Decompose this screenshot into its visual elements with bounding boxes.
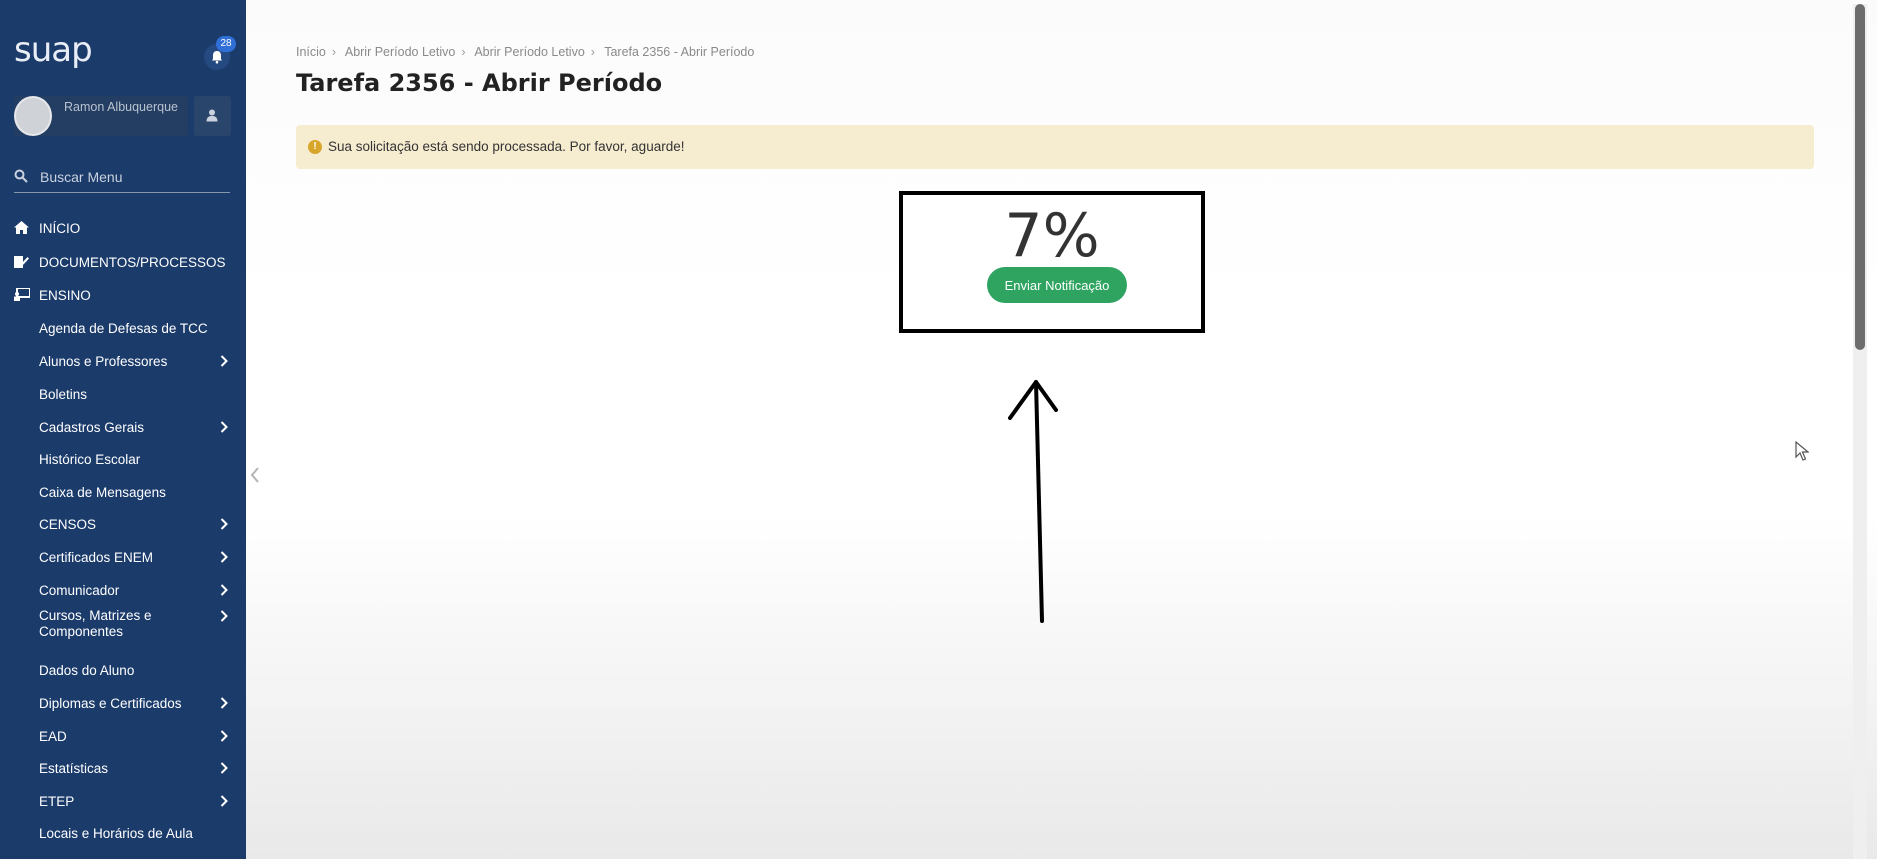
sidebar-item-estatisticas[interactable]: Estatísticas — [0, 754, 246, 782]
user-profile-button[interactable]: Ramon Albuquerque — [14, 96, 188, 136]
chevron-right-icon — [220, 551, 228, 563]
user-menu-button[interactable] — [194, 96, 231, 136]
chevron-right-icon — [220, 355, 228, 367]
chevron-right-icon — [220, 795, 228, 807]
notification-count-badge: 28 — [216, 36, 236, 52]
sidebar-item-label: Agenda de Defesas de TCC — [39, 321, 208, 336]
sidebar-item-label: Alunos e Professores — [39, 354, 168, 369]
sidebar-item-inicio[interactable]: INÍCIO — [0, 214, 246, 242]
sidebar-item-label: EAD — [39, 729, 67, 744]
page-title: Tarefa 2356 - Abrir Período — [296, 69, 663, 97]
sidebar-item-boletins[interactable]: Boletins — [0, 380, 246, 408]
processing-alert: ! Sua solicitação está sendo processada.… — [296, 125, 1814, 169]
sidebar-item-ensino[interactable]: ENSINO — [0, 281, 246, 309]
progress-percent: 7% — [1004, 201, 1100, 271]
sidebar-item-label: ETEP — [39, 794, 75, 809]
sidebar-item-locais-horarios[interactable]: Locais e Horários de Aula — [0, 819, 246, 847]
breadcrumb-separator: › — [331, 45, 337, 59]
document-edit-icon — [14, 256, 29, 268]
breadcrumb-separator: › — [590, 45, 595, 59]
progress-panel: 7% Enviar Notificação — [899, 191, 1205, 333]
sidebar-item-diplomas[interactable]: Diplomas e Certificados — [0, 689, 246, 717]
sidebar-item-label: Histórico Escolar — [39, 452, 141, 467]
sidebar-item-label: DOCUMENTOS/PROCESSOS — [39, 255, 226, 270]
sidebar-item-label: ENSINO — [39, 288, 91, 303]
collapse-sidebar-icon[interactable] — [250, 466, 260, 484]
sidebar-item-label: Boletins — [39, 387, 88, 402]
sidebar-item-cursos-matrizes[interactable]: Cursos, Matrizes e Componentes — [0, 608, 246, 648]
breadcrumb-item-inicio[interactable]: Início — [296, 45, 326, 59]
breadcrumb-item-abrir-periodo-2[interactable]: Abrir Período Letivo — [474, 45, 584, 59]
bell-icon — [212, 51, 222, 64]
chevron-right-icon — [220, 518, 228, 530]
chevron-right-icon — [220, 697, 228, 709]
breadcrumb-item-abrir-periodo-1[interactable]: Abrir Período Letivo — [345, 45, 455, 59]
alert-text: Sua solicitação está sendo processada. P… — [328, 139, 685, 154]
sidebar-item-label: Estatísticas — [39, 761, 109, 776]
page-scrollbar[interactable] — [1853, 4, 1867, 859]
sidebar-item-label: Cadastros Gerais — [39, 420, 145, 435]
avatar — [14, 96, 52, 136]
warning-icon: ! — [308, 140, 322, 154]
sidebar-item-historico-escolar[interactable]: Histórico Escolar — [0, 445, 246, 473]
chevron-right-icon — [220, 762, 228, 774]
sidebar-item-label: Diplomas e Certificados — [39, 696, 182, 711]
breadcrumb-item-current: Tarefa 2356 - Abrir Período — [604, 45, 755, 59]
sidebar-item-label: Certificados ENEM — [39, 550, 154, 565]
sidebar-item-alunos-professores[interactable]: Alunos e Professores — [0, 347, 246, 375]
sidebar-item-label: Dados do Aluno — [39, 663, 135, 678]
sidebar-item-documentos[interactable]: DOCUMENTOS/PROCESSOS — [0, 248, 246, 276]
sidebar-item-certificados-enem[interactable]: Certificados ENEM — [0, 543, 246, 571]
user-icon — [206, 109, 218, 122]
breadcrumb-separator: › — [461, 45, 466, 59]
scrollbar-thumb[interactable] — [1855, 4, 1865, 350]
sidebar-item-agenda-tcc[interactable]: Agenda de Defesas de TCC — [0, 314, 246, 342]
sidebar-item-label: Comunicador — [39, 583, 120, 598]
sidebar-item-comunicador[interactable]: Comunicador — [0, 576, 246, 604]
chevron-right-icon — [220, 730, 228, 742]
annotation-arrow-icon — [1008, 380, 1058, 623]
user-name: Ramon Albuquerque — [64, 100, 178, 114]
chevron-right-icon — [220, 584, 228, 596]
send-notification-button[interactable]: Enviar Notificação — [987, 267, 1127, 303]
chevron-right-icon — [220, 610, 228, 622]
search-icon — [14, 169, 28, 183]
mouse-cursor-icon — [1795, 441, 1809, 461]
breadcrumb: Início › Abrir Período Letivo › Abrir Perí… — [296, 45, 754, 59]
app-logo[interactable]: suap — [14, 30, 93, 70]
teaching-icon — [14, 288, 30, 301]
sidebar-item-censos[interactable]: CENSOS — [0, 510, 246, 538]
sidebar-item-dados-aluno[interactable]: Dados do Aluno — [0, 656, 246, 684]
sidebar-item-label: CENSOS — [39, 517, 97, 532]
sidebar-item-cadastros-gerais[interactable]: Cadastros Gerais — [0, 413, 246, 441]
sidebar-item-label: Cursos, Matrizes e Componentes — [39, 608, 152, 639]
sidebar-item-label: Caixa de Mensagens — [39, 485, 166, 500]
sidebar: suap 28 Ramon Albuquerque Buscar Menu IN… — [0, 0, 246, 859]
sidebar-item-label: INÍCIO — [39, 221, 81, 236]
menu-search[interactable]: Buscar Menu — [14, 164, 230, 193]
sidebar-item-caixa-mensagens[interactable]: Caixa de Mensagens — [0, 478, 246, 506]
home-icon — [14, 221, 29, 234]
sidebar-item-ead[interactable]: EAD — [0, 722, 246, 750]
search-input[interactable]: Buscar Menu — [40, 169, 122, 185]
chevron-right-icon — [220, 421, 228, 433]
sidebar-item-label: Locais e Horários de Aula — [39, 826, 193, 841]
sidebar-item-etep[interactable]: ETEP — [0, 787, 246, 815]
